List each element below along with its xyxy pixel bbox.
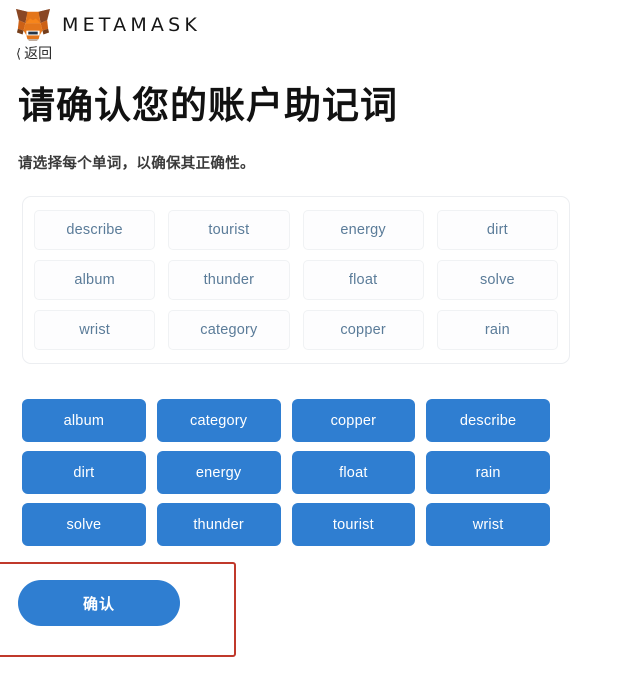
word-bank-button[interactable]: thunder: [156, 503, 281, 546]
back-label: 返回: [24, 45, 53, 61]
word-bank-button[interactable]: solve: [22, 503, 146, 546]
word-bank-button[interactable]: copper: [291, 399, 416, 442]
word-bank-button[interactable]: describe: [426, 399, 550, 442]
word-bank-button[interactable]: dirt: [22, 451, 146, 494]
word-bank-button[interactable]: rain: [426, 451, 550, 494]
word-bank-button[interactable]: album: [22, 399, 146, 442]
confirm-button[interactable]: 确认: [18, 580, 180, 626]
page-subtitle: 请选择每个单词，以确保其正确性。: [18, 156, 255, 173]
selected-word-chip[interactable]: float: [302, 260, 424, 300]
selected-word-chip[interactable]: rain: [436, 310, 558, 350]
selected-word-chip[interactable]: tourist: [168, 210, 290, 250]
selected-word-chip[interactable]: thunder: [168, 260, 290, 300]
word-bank-button[interactable]: float: [291, 451, 416, 494]
selected-word-chip[interactable]: wrist: [34, 310, 156, 350]
brand-wordmark: METAMASK: [62, 14, 202, 36]
word-bank-grid: album category copper describe dirt ener…: [22, 399, 550, 546]
metamask-fox-icon: [16, 8, 50, 42]
word-bank-button[interactable]: tourist: [291, 503, 416, 546]
selected-words-grid: describe tourist energy dirt album thund…: [34, 210, 558, 350]
selected-word-chip[interactable]: energy: [302, 210, 424, 250]
selected-word-chip[interactable]: describe: [34, 210, 156, 250]
selected-word-chip[interactable]: copper: [302, 310, 424, 350]
back-link[interactable]: ⟨ 返回: [16, 43, 52, 63]
selected-word-chip[interactable]: solve: [436, 260, 558, 300]
app-header: METAMASK: [0, 0, 619, 42]
selected-word-chip[interactable]: category: [168, 310, 290, 350]
word-bank-button[interactable]: energy: [156, 451, 281, 494]
chevron-left-icon: ⟨: [16, 45, 22, 61]
selected-word-chip[interactable]: dirt: [436, 210, 558, 250]
word-bank-button[interactable]: category: [156, 399, 281, 442]
page-title: 请确认您的账户助记词: [18, 85, 398, 126]
word-bank-button[interactable]: wrist: [426, 503, 550, 546]
selected-word-chip[interactable]: album: [34, 260, 156, 300]
selected-words-panel: describe tourist energy dirt album thund…: [22, 196, 570, 364]
